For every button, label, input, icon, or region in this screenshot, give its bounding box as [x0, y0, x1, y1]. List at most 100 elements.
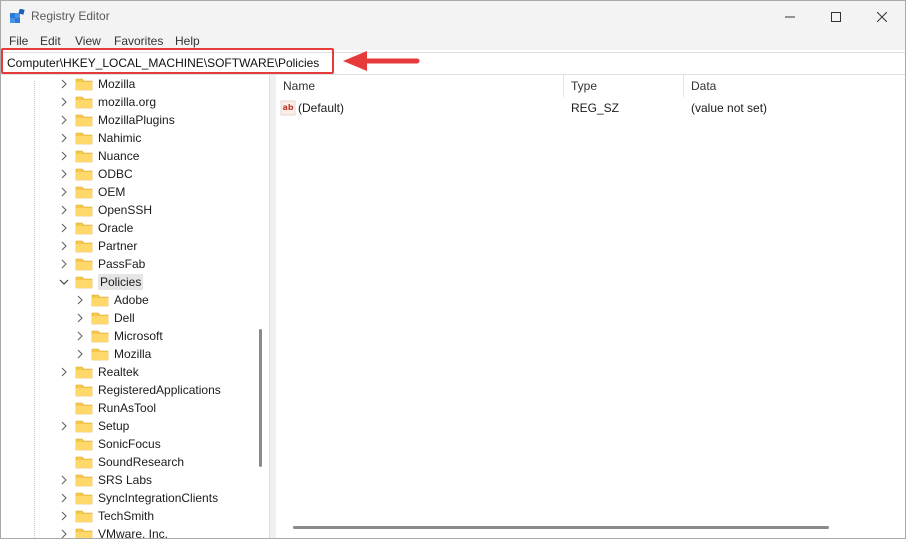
menu-help[interactable]: Help — [175, 34, 200, 48]
column-header-type[interactable]: Type — [564, 75, 684, 97]
tree-item-label: OEM — [98, 185, 126, 199]
folder-icon — [75, 131, 93, 145]
tree-item-label: ODBC — [98, 167, 133, 181]
chevron-right-icon[interactable] — [59, 223, 69, 233]
tree-item[interactable]: SoundResearch — [59, 453, 184, 471]
tree-item[interactable]: Mozilla — [75, 345, 151, 363]
values-list[interactable]: Name Type Data ab (Default) REG_SZ (valu… — [276, 75, 905, 538]
chevron-right-icon[interactable] — [59, 79, 69, 89]
tree-item[interactable]: Mozilla — [59, 75, 135, 93]
tree-item-label: Realtek — [98, 365, 139, 379]
tree-item-label: SoundResearch — [98, 455, 185, 469]
tree-item[interactable]: RunAsTool — [59, 399, 156, 417]
minimize-button[interactable] — [767, 1, 813, 33]
folder-icon — [75, 383, 93, 397]
chevron-right-icon[interactable] — [59, 205, 69, 215]
list-horizontal-scrollbar[interactable] — [293, 526, 829, 529]
tree-item[interactable]: Oracle — [59, 219, 133, 237]
tree-item-label: SonicFocus — [98, 437, 161, 451]
tree-item[interactable]: RegisteredApplications — [59, 381, 221, 399]
menu-view[interactable]: View — [75, 34, 101, 48]
tree-item[interactable]: SonicFocus — [59, 435, 161, 453]
chevron-right-icon[interactable] — [59, 169, 69, 179]
maximize-icon — [831, 12, 841, 22]
maximize-button[interactable] — [813, 1, 859, 33]
tree-item[interactable]: Setup — [59, 417, 129, 435]
folder-icon — [75, 221, 93, 235]
tree-item[interactable]: Nuance — [59, 147, 139, 165]
tree-item[interactable]: Realtek — [59, 363, 139, 381]
menu-edit[interactable]: Edit — [40, 34, 61, 48]
column-header-data[interactable]: Data — [684, 75, 905, 97]
tree-item[interactable]: PassFab — [59, 255, 145, 273]
tree-item[interactable]: OpenSSH — [59, 201, 152, 219]
window-title: Registry Editor — [31, 9, 110, 23]
tree-item-label: Policies — [98, 274, 144, 290]
tree-item[interactable]: TechSmith — [59, 507, 154, 525]
tree-item[interactable]: ODBC — [59, 165, 133, 183]
key-tree[interactable]: Mozilla mozilla.org MozillaPlugins Nahimic N… — [1, 75, 269, 538]
tree-item-label: SyncIntegrationClients — [98, 491, 219, 505]
tree-item[interactable]: mozilla.org — [59, 93, 156, 111]
tree-item[interactable]: MozillaPlugins — [59, 111, 175, 129]
chevron-right-icon[interactable] — [59, 259, 69, 269]
chevron-down-icon[interactable] — [59, 277, 69, 287]
value-type: REG_SZ — [571, 101, 620, 115]
tree-item[interactable]: SRS Labs — [59, 471, 152, 489]
tree-item-label: Microsoft — [114, 329, 163, 343]
tree-item-label: Nahimic — [98, 131, 142, 145]
close-button[interactable] — [859, 1, 905, 33]
chevron-right-icon[interactable] — [75, 313, 85, 323]
chevron-right-icon[interactable] — [59, 529, 69, 538]
folder-icon — [75, 527, 93, 538]
tree-item-label: Oracle — [98, 221, 134, 235]
tree-scrollbar[interactable] — [259, 329, 262, 467]
folder-icon — [75, 203, 93, 217]
registry-editor-icon — [10, 9, 25, 23]
chevron-right-icon[interactable] — [59, 421, 69, 431]
tree-item-label: OpenSSH — [98, 203, 153, 217]
folder-open-icon — [75, 275, 93, 289]
title-bar: Registry Editor — [1, 1, 905, 33]
tree-item-label: Dell — [114, 311, 135, 325]
tree-item[interactable]: Microsoft — [75, 327, 163, 345]
registry-editor-window: Registry Editor File Edit View Favorites… — [0, 0, 906, 539]
tree-item[interactable]: Dell — [75, 309, 135, 327]
chevron-right-icon[interactable] — [75, 295, 85, 305]
chevron-right-icon[interactable] — [59, 133, 69, 143]
tree-item[interactable]: Partner — [59, 237, 137, 255]
column-header-name[interactable]: Name — [276, 75, 564, 97]
tree-item[interactable]: OEM — [59, 183, 125, 201]
chevron-right-icon[interactable] — [59, 115, 69, 125]
tree-item[interactable]: VMware, Inc. — [59, 525, 168, 538]
tree-item[interactable]: Policies — [59, 273, 144, 291]
tree-item[interactable]: Adobe — [75, 291, 149, 309]
folder-icon — [75, 95, 93, 109]
tree-item-label: RegisteredApplications — [98, 383, 221, 397]
tree-item[interactable]: SyncIntegrationClients — [59, 489, 218, 507]
menu-favorites[interactable]: Favorites — [114, 34, 163, 48]
folder-icon — [75, 455, 93, 469]
folder-icon — [91, 329, 109, 343]
close-icon — [877, 12, 887, 22]
value-row[interactable]: ab (Default) REG_SZ (value not set) — [276, 99, 905, 117]
chevron-right-icon[interactable] — [75, 331, 85, 341]
folder-icon — [75, 113, 93, 127]
tree-item-label: RunAsTool — [98, 401, 157, 415]
chevron-right-icon[interactable] — [59, 367, 69, 377]
folder-icon — [75, 437, 93, 451]
chevron-right-icon[interactable] — [59, 97, 69, 107]
chevron-right-icon[interactable] — [59, 511, 69, 521]
chevron-right-icon[interactable] — [59, 187, 69, 197]
chevron-right-icon[interactable] — [59, 493, 69, 503]
tree-item-label: Partner — [98, 239, 138, 253]
tree-item[interactable]: Nahimic — [59, 129, 141, 147]
chevron-right-icon[interactable] — [75, 349, 85, 359]
menu-file[interactable]: File — [9, 34, 28, 48]
chevron-right-icon[interactable] — [59, 241, 69, 251]
chevron-right-icon[interactable] — [59, 151, 69, 161]
chevron-right-icon[interactable] — [59, 475, 69, 485]
folder-icon — [75, 77, 93, 91]
folder-icon — [75, 185, 93, 199]
